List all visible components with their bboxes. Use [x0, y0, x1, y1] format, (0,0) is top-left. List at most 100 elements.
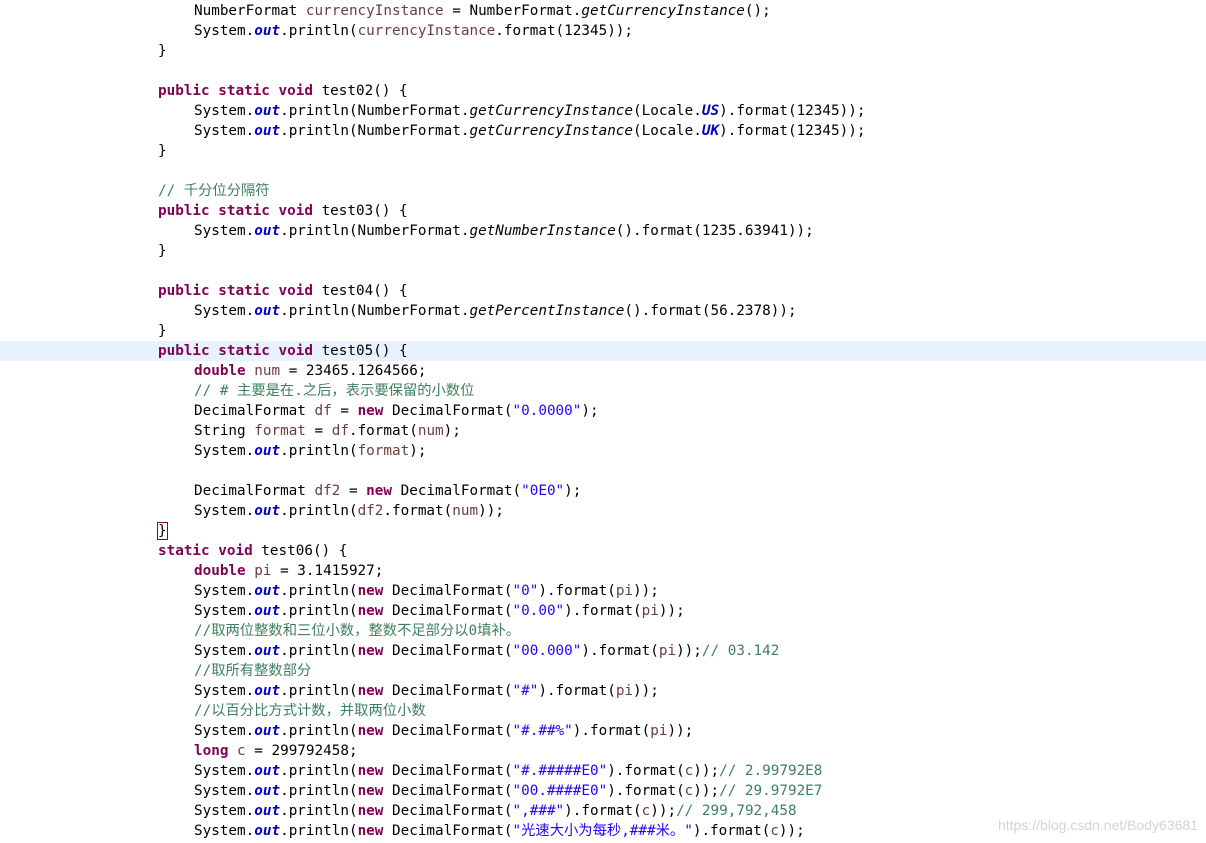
code-token: ).format( [538, 683, 616, 699]
static-field-token: out [254, 23, 281, 39]
code-token: System. [194, 103, 255, 119]
keyword-token: void [218, 543, 253, 559]
method-token: getPercentInstance [469, 303, 625, 319]
code-token: DecimalFormat( [392, 483, 522, 499]
code-token: DecimalFormat( [383, 823, 513, 839]
code-line[interactable]: System.out.println(df2.format(num)); [0, 501, 1206, 521]
code-token: System. [194, 723, 255, 739]
code-line-text: // # 主要是在.之后，表示要保留的小数位 [194, 381, 474, 401]
code-token: )); [633, 583, 659, 599]
code-line[interactable]: } [0, 141, 1206, 161]
code-token: ); [409, 443, 427, 459]
code-line-text: System.out.println(df2.format(num)); [194, 501, 504, 521]
code-line[interactable]: System.out.println(new DecimalFormat("0"… [0, 581, 1206, 601]
code-line[interactable]: //以百分比方式计数，并取两位小数 [0, 701, 1206, 721]
code-token: .println( [280, 783, 358, 799]
code-token: System. [194, 303, 255, 319]
comment-token: //取两位整数和三位小数，整数不足部分以0填补。 [194, 623, 521, 639]
code-line[interactable]: } [0, 321, 1206, 341]
code-line-text: System.out.println(NumberFormat.getNumbe… [194, 221, 814, 241]
static-field-token: out [254, 783, 281, 799]
code-line[interactable]: //取所有整数部分 [0, 661, 1206, 681]
code-line[interactable]: // 千分位分隔符 [0, 181, 1206, 201]
static-field-token: out [254, 443, 281, 459]
variable-token: pi [641, 603, 659, 619]
code-line-text: double pi = 3.1415927; [194, 561, 383, 581]
method-token: getCurrencyInstance [469, 103, 634, 119]
keyword-token: new [357, 403, 384, 419]
code-line[interactable]: public static void test03() { [0, 201, 1206, 221]
static-field-token: out [254, 103, 281, 119]
static-field-token: UK [701, 123, 720, 139]
code-line[interactable]: System.out.println(NumberFormat.getNumbe… [0, 221, 1206, 241]
code-token: } [158, 43, 167, 59]
code-line[interactable]: System.out.println(currencyInstance.form… [0, 21, 1206, 41]
code-line[interactable]: System.out.println(new DecimalFormat("0.… [0, 601, 1206, 621]
keyword-token: new [357, 643, 384, 659]
code-line[interactable]: System.out.println(NumberFormat.getCurre… [0, 101, 1206, 121]
code-line-text: System.out.println(NumberFormat.getCurre… [194, 121, 865, 141]
code-line[interactable]: long c = 299792458; [0, 741, 1206, 761]
comment-token: // 29.9792E7 [719, 783, 823, 799]
code-line[interactable]: // # 主要是在.之后，表示要保留的小数位 [0, 381, 1206, 401]
code-line[interactable]: NumberFormat currencyInstance = NumberFo… [0, 1, 1206, 21]
code-token: ).format( [538, 583, 616, 599]
code-line[interactable]: System.out.println(new DecimalFormat("#.… [0, 721, 1206, 741]
code-token: )); [650, 803, 677, 819]
keyword-token: new [357, 723, 384, 739]
variable-token: df2 [314, 483, 341, 499]
static-field-token: out [254, 123, 281, 139]
code-token: test03() { [312, 203, 408, 219]
code-line-text: DecimalFormat df2 = new DecimalFormat("0… [194, 481, 581, 501]
code-line[interactable]: } [0, 41, 1206, 61]
code-line[interactable]: System.out.println(NumberFormat.getPerce… [0, 301, 1206, 321]
code-editor[interactable]: NumberFormat currencyInstance = NumberFo… [0, 0, 1206, 843]
code-line[interactable]: double num = 23465.1264566; [0, 361, 1206, 381]
code-line[interactable]: String format = df.format(num); [0, 421, 1206, 441]
code-line[interactable]: public static void test04() { [0, 281, 1206, 301]
code-token: )); [658, 603, 685, 619]
code-line[interactable]: } [0, 241, 1206, 261]
code-line[interactable]: System.out.println(new DecimalFormat("#"… [0, 681, 1206, 701]
code-line[interactable]: double pi = 3.1415927; [0, 561, 1206, 581]
code-line[interactable]: DecimalFormat df = new DecimalFormat("0.… [0, 401, 1206, 421]
code-line-text: } [157, 521, 168, 541]
current-code-line[interactable]: public static void test05() { [0, 341, 1206, 361]
code-token: )); [478, 503, 504, 519]
code-line-text: public static void test05() { [158, 341, 408, 361]
code-token: ); [564, 483, 582, 499]
code-line[interactable]: System.out.println(NumberFormat.getCurre… [0, 121, 1206, 141]
code-token: DecimalFormat( [383, 403, 513, 419]
code-line[interactable]: System.out.println(new DecimalFormat("00… [0, 781, 1206, 801]
code-token: ).format( [692, 823, 771, 839]
code-line[interactable] [0, 61, 1206, 81]
code-line[interactable] [0, 161, 1206, 181]
comment-token: // # 主要是在.之后，表示要保留的小数位 [194, 383, 475, 399]
code-line[interactable]: static void test06() { [0, 541, 1206, 561]
code-token: .println(NumberFormat. [280, 303, 470, 319]
code-line[interactable]: System.out.println(new DecimalFormat("#.… [0, 761, 1206, 781]
code-token: .format(12345)); [495, 23, 634, 39]
static-field-token: out [254, 603, 281, 619]
code-line[interactable] [0, 261, 1206, 281]
code-line[interactable]: DecimalFormat df2 = new DecimalFormat("0… [0, 481, 1206, 501]
code-token: System. [194, 643, 255, 659]
string-token: "00.####E0" [512, 783, 608, 799]
code-line[interactable]: System.out.println(format); [0, 441, 1206, 461]
code-line[interactable]: } [0, 521, 1206, 541]
code-line-text: System.out.println(new DecimalFormat("#.… [194, 721, 693, 741]
code-token: } [158, 143, 167, 159]
code-token: ).format( [564, 603, 642, 619]
variable-token: df [331, 423, 349, 439]
code-line[interactable] [0, 461, 1206, 481]
code-line[interactable]: public static void test02() { [0, 81, 1206, 101]
code-token: System. [194, 803, 255, 819]
code-token: )); [693, 763, 720, 779]
code-line[interactable]: //取两位整数和三位小数，整数不足部分以0填补。 [0, 621, 1206, 641]
code-line[interactable]: System.out.println(new DecimalFormat("00… [0, 641, 1206, 661]
code-token: ).format(12345)); [719, 103, 866, 119]
